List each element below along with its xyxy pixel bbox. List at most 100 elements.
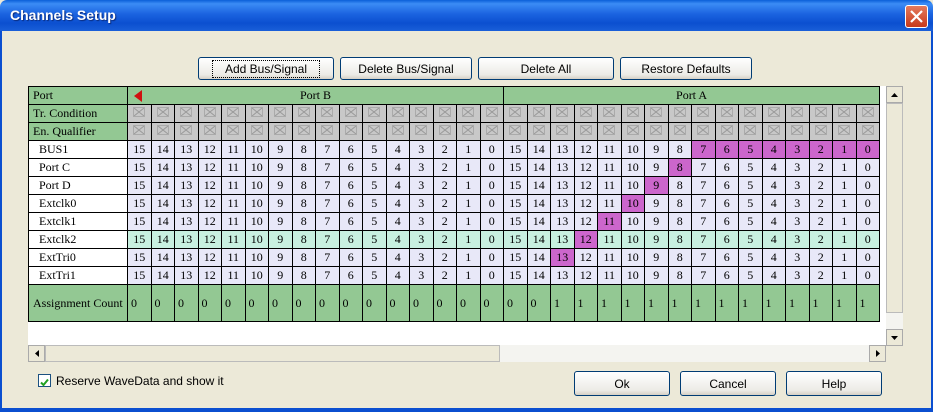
en-qualifier-cell[interactable]: [432, 122, 457, 141]
bit-cell-port-a[interactable]: 2: [808, 212, 834, 231]
bit-cell-port-b[interactable]: 4: [385, 176, 410, 195]
bit-cell-port-b[interactable]: 4: [385, 248, 410, 267]
bit-cell-port-a[interactable]: 1: [832, 194, 857, 213]
assigned-bit-cell[interactable]: 4: [761, 140, 787, 159]
tr-condition-cell[interactable]: [691, 104, 716, 123]
en-qualifier-cell[interactable]: [197, 122, 222, 141]
vertical-scrollbar[interactable]: [886, 86, 903, 346]
signal-name[interactable]: BUS1: [28, 140, 128, 159]
bit-cell-port-b[interactable]: 14: [150, 248, 175, 267]
bit-cell-port-a[interactable]: 2: [808, 158, 834, 177]
bit-cell-port-a[interactable]: 1: [832, 230, 857, 249]
bit-cell-port-b[interactable]: 1: [456, 266, 481, 285]
bit-cell-port-b[interactable]: 15: [127, 248, 152, 267]
bit-cell-port-a[interactable]: 5: [738, 158, 763, 177]
bit-cell-port-b[interactable]: 4: [385, 266, 410, 285]
bit-cell-port-b[interactable]: 0: [479, 194, 505, 213]
bit-cell-port-b[interactable]: 3: [409, 158, 434, 177]
en-qualifier-cell[interactable]: [761, 122, 787, 141]
signal-row[interactable]: Extclk0 15 14 13 12 11 10 9 8 7 6 5 4 3 2 1 0 15 14 13 12 11 1…: [28, 194, 881, 213]
bit-cell-port-b[interactable]: 9: [268, 158, 293, 177]
tr-condition-cell[interactable]: [268, 104, 293, 123]
bit-cell-port-b[interactable]: 1: [456, 176, 481, 195]
bit-cell-port-a[interactable]: 14: [526, 194, 552, 213]
bit-cell-port-a[interactable]: 8: [667, 176, 693, 195]
tr-condition-cell[interactable]: [315, 104, 340, 123]
bit-cell-port-b[interactable]: 5: [362, 176, 387, 195]
bit-cell-port-b[interactable]: 6: [338, 212, 363, 231]
tr-condition-cell[interactable]: [503, 104, 528, 123]
bit-cell-port-b[interactable]: 11: [221, 248, 246, 267]
scroll-left-button[interactable]: [28, 345, 45, 362]
bit-cell-port-b[interactable]: 6: [338, 140, 363, 159]
bit-cell-port-b[interactable]: 15: [127, 230, 152, 249]
bit-cell-port-b[interactable]: 11: [221, 266, 246, 285]
bit-cell-port-b[interactable]: 3: [409, 194, 434, 213]
bit-cell-port-b[interactable]: 15: [127, 158, 152, 177]
bit-cell-port-b[interactable]: 11: [221, 176, 246, 195]
bit-cell-port-a[interactable]: 5: [738, 230, 763, 249]
delete-all-button[interactable]: Delete All: [478, 57, 614, 80]
bit-cell-port-a[interactable]: 8: [667, 230, 693, 249]
bit-cell-port-a[interactable]: 7: [691, 266, 716, 285]
bit-cell-port-b[interactable]: 5: [362, 158, 387, 177]
tr-condition-cell[interactable]: [738, 104, 763, 123]
en-qualifier-cell[interactable]: [268, 122, 293, 141]
bit-cell-port-a[interactable]: 9: [644, 140, 669, 159]
en-qualifier-cell[interactable]: [573, 122, 599, 141]
bit-cell-port-a[interactable]: 3: [785, 194, 810, 213]
tr-condition-cell[interactable]: [667, 104, 693, 123]
tr-condition-cell[interactable]: [526, 104, 552, 123]
signal-name[interactable]: Extclk0: [28, 194, 128, 213]
en-qualifier-cell[interactable]: [738, 122, 763, 141]
bit-cell-port-b[interactable]: 8: [291, 230, 316, 249]
assigned-bit-cell[interactable]: 10: [620, 194, 646, 213]
bit-cell-port-b[interactable]: 0: [479, 248, 505, 267]
bit-cell-port-a[interactable]: 12: [573, 266, 599, 285]
bit-cell-port-a[interactable]: 15: [503, 158, 528, 177]
en-qualifier-cell[interactable]: [526, 122, 552, 141]
en-qualifier-cell[interactable]: [550, 122, 575, 141]
en-qualifier-cell[interactable]: [127, 122, 152, 141]
signal-row[interactable]: BUS1 15 14 13 12 11 10 9 8 7 6 5 4 3 2 1 0 15 14 13 12 11 10 9 8…: [28, 140, 881, 159]
bit-cell-port-b[interactable]: 7: [315, 266, 340, 285]
tr-condition-cell[interactable]: [385, 104, 410, 123]
signal-name[interactable]: Extclk1: [28, 212, 128, 231]
bit-cell-port-b[interactable]: 11: [221, 158, 246, 177]
help-button[interactable]: Help: [786, 371, 882, 396]
bit-cell-port-b[interactable]: 6: [338, 266, 363, 285]
bit-cell-port-b[interactable]: 0: [479, 158, 505, 177]
signal-name[interactable]: Port C: [28, 158, 128, 177]
add-bus-signal-button[interactable]: Add Bus/Signal: [198, 57, 334, 80]
bit-cell-port-a[interactable]: 1: [832, 248, 857, 267]
bit-cell-port-a[interactable]: 12: [573, 194, 599, 213]
bit-cell-port-b[interactable]: 15: [127, 212, 152, 231]
bit-cell-port-b[interactable]: 15: [127, 266, 152, 285]
bit-cell-port-a[interactable]: 9: [644, 266, 669, 285]
en-qualifier-cell[interactable]: [503, 122, 528, 141]
bit-cell-port-a[interactable]: 5: [738, 212, 763, 231]
en-qualifier-cell[interactable]: [644, 122, 669, 141]
bit-cell-port-a[interactable]: 7: [691, 194, 716, 213]
tr-condition-cell[interactable]: [597, 104, 622, 123]
bit-cell-port-b[interactable]: 4: [385, 230, 410, 249]
bit-cell-port-b[interactable]: 13: [174, 248, 199, 267]
assigned-bit-cell[interactable]: 9: [644, 176, 669, 195]
ok-button[interactable]: Ok: [574, 371, 670, 396]
tr-condition-cell[interactable]: [479, 104, 505, 123]
bit-cell-port-a[interactable]: 13: [550, 140, 575, 159]
bit-cell-port-a[interactable]: 4: [761, 212, 787, 231]
bit-cell-port-a[interactable]: 0: [855, 194, 881, 213]
bit-cell-port-a[interactable]: 3: [785, 266, 810, 285]
bit-cell-port-b[interactable]: 10: [244, 212, 269, 231]
bit-cell-port-b[interactable]: 5: [362, 266, 387, 285]
tr-condition-cell[interactable]: [550, 104, 575, 123]
bit-cell-port-b[interactable]: 5: [362, 194, 387, 213]
en-qualifier-cell[interactable]: [150, 122, 175, 141]
bit-cell-port-b[interactable]: 6: [338, 194, 363, 213]
bit-cell-port-b[interactable]: 7: [315, 158, 340, 177]
en-qualifier-cell[interactable]: [291, 122, 316, 141]
bit-cell-port-b[interactable]: 0: [479, 266, 505, 285]
bit-cell-port-a[interactable]: 15: [503, 212, 528, 231]
scroll-down-button[interactable]: [886, 329, 903, 346]
